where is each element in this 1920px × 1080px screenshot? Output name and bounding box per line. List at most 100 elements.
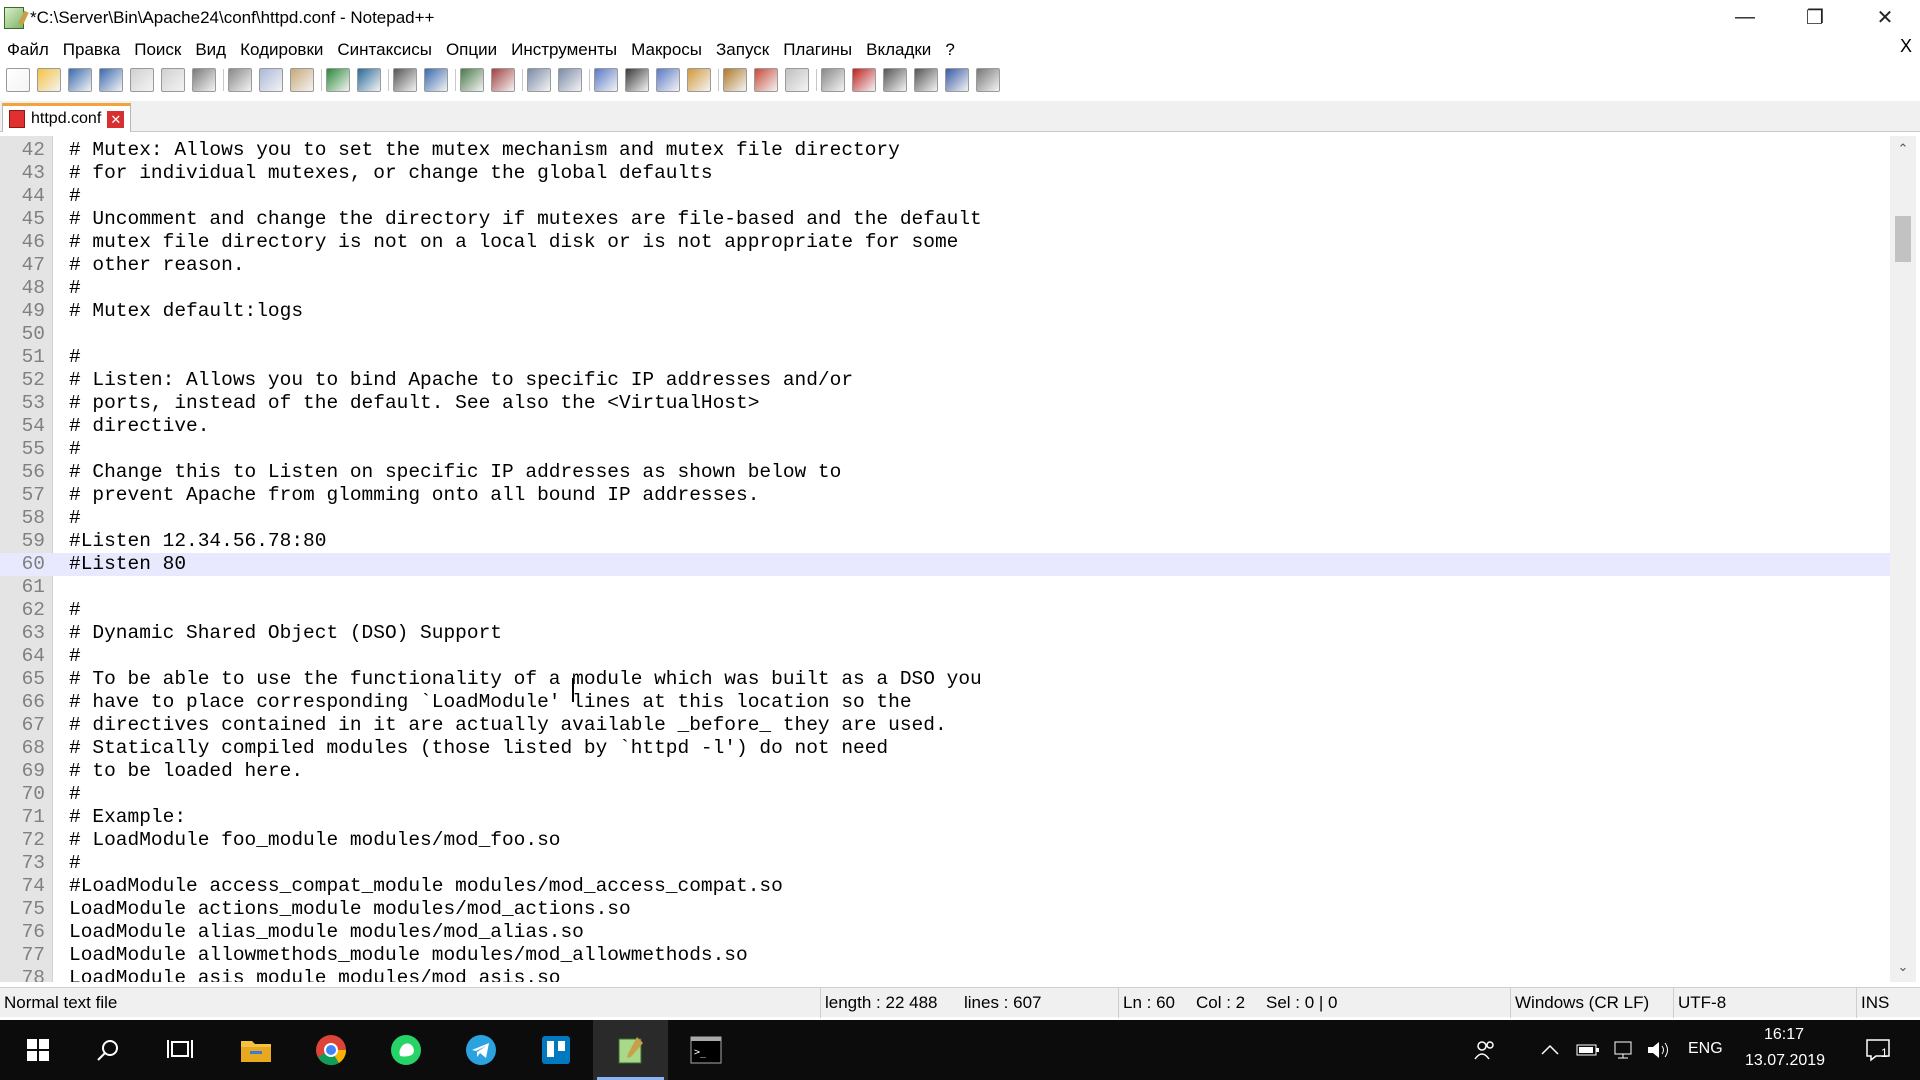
sync-vertical-icon[interactable] xyxy=(527,68,551,92)
close-document-button[interactable]: X xyxy=(1900,36,1912,57)
sync-horizontal-icon[interactable] xyxy=(558,68,582,92)
save-icon[interactable] xyxy=(68,68,92,92)
code-line[interactable]: 45 # Uncomment and change the directory i… xyxy=(0,208,1890,231)
file-explorer-icon[interactable] xyxy=(218,1020,293,1080)
stop-macro-icon[interactable] xyxy=(883,68,907,92)
line-text[interactable]: LoadModule alias_module modules/mod_alia… xyxy=(69,921,584,944)
open-file-icon[interactable] xyxy=(37,68,61,92)
notification-center-icon[interactable]: 1 xyxy=(1848,1020,1908,1080)
line-text[interactable]: # mutex file directory is not on a local… xyxy=(69,231,958,254)
clock-time[interactable]: 16:17 xyxy=(1764,1026,1804,1044)
code-line[interactable]: 49 # Mutex default:logs xyxy=(0,300,1890,323)
line-text[interactable]: #Listen 12.34.56.78:80 xyxy=(69,530,326,553)
status-insert-mode[interactable]: INS xyxy=(1856,988,1889,1018)
monitoring-icon[interactable] xyxy=(785,68,809,92)
indent-guide-icon[interactable] xyxy=(656,68,680,92)
line-text[interactable]: # directives contained in it are actuall… xyxy=(69,714,947,737)
line-text[interactable]: #Listen 80 xyxy=(69,553,186,576)
line-text[interactable]: # for individual mutexes, or change the … xyxy=(69,162,713,185)
code-line[interactable]: 78 LoadModule asis_module modules/mod_asi… xyxy=(0,967,1890,982)
close-all-icon[interactable] xyxy=(161,68,185,92)
preview-icon[interactable] xyxy=(821,68,845,92)
line-text[interactable]: # xyxy=(69,346,81,369)
copy-icon[interactable] xyxy=(259,68,283,92)
menu-item-4[interactable]: Кодировки xyxy=(233,40,330,60)
folder-workspace-icon[interactable] xyxy=(754,68,778,92)
code-line[interactable]: 76 LoadModule alias_module modules/mod_al… xyxy=(0,921,1890,944)
scrollbar-thumb[interactable] xyxy=(1895,216,1911,262)
menu-item-2[interactable]: Поиск xyxy=(127,40,188,60)
code-line[interactable]: 48 # xyxy=(0,277,1890,300)
line-text[interactable]: # Listen: Allows you to bind Apache to s… xyxy=(69,369,853,392)
find-icon[interactable] xyxy=(393,68,417,92)
close-icon[interactable] xyxy=(130,68,154,92)
volume-icon[interactable] xyxy=(1635,1020,1680,1080)
restore-button[interactable]: ❐ xyxy=(1780,0,1850,35)
paste-icon[interactable] xyxy=(290,68,314,92)
code-line[interactable]: 55 # xyxy=(0,438,1890,461)
code-line[interactable]: 62 # xyxy=(0,599,1890,622)
line-text[interactable]: # xyxy=(69,599,81,622)
code-line[interactable]: 53 # ports, instead of the default. See a… xyxy=(0,392,1890,415)
code-line[interactable]: 69 # to be loaded here. xyxy=(0,760,1890,783)
new-file-icon[interactable] xyxy=(6,68,30,92)
clock-date[interactable]: 13.07.2019 xyxy=(1745,1052,1825,1070)
code-line[interactable]: 75 LoadModule actions_module modules/mod_… xyxy=(0,898,1890,921)
code-line[interactable]: 51 # xyxy=(0,346,1890,369)
vertical-scrollbar[interactable]: ⌃ ⌄ xyxy=(1890,136,1916,982)
telegram-icon[interactable] xyxy=(443,1020,518,1080)
line-text[interactable]: # ports, instead of the default. See als… xyxy=(69,392,759,415)
code-line[interactable]: 64 # xyxy=(0,645,1890,668)
chrome-icon[interactable] xyxy=(293,1020,368,1080)
line-text[interactable]: LoadModule allowmethods_module modules/m… xyxy=(69,944,748,967)
task-view-icon[interactable] xyxy=(142,1020,217,1080)
save-macro-icon[interactable] xyxy=(976,68,1000,92)
code-line[interactable]: 71 # Example: xyxy=(0,806,1890,829)
minimize-button[interactable]: — xyxy=(1710,0,1780,35)
editor-area[interactable]: 42 # Mutex: Allows you to set the mutex m… xyxy=(0,136,1890,982)
line-text[interactable]: # Dynamic Shared Object (DSO) Support xyxy=(69,622,502,645)
code-line[interactable]: 70 # xyxy=(0,783,1890,806)
language-indicator[interactable]: ENG xyxy=(1688,1040,1723,1058)
code-line[interactable]: 52 # Listen: Allows you to bind Apache to… xyxy=(0,369,1890,392)
menu-item-1[interactable]: Правка xyxy=(56,40,127,60)
line-text[interactable]: # directive. xyxy=(69,415,209,438)
code-line[interactable]: 47 # other reason. xyxy=(0,254,1890,277)
whatsapp-icon[interactable] xyxy=(368,1020,443,1080)
menu-item-11[interactable]: Вкладки xyxy=(859,40,938,60)
replace-icon[interactable] xyxy=(424,68,448,92)
code-line[interactable]: 65 # To be able to use the functionality … xyxy=(0,668,1890,691)
people-icon[interactable] xyxy=(1460,1020,1510,1080)
print-icon[interactable] xyxy=(192,68,216,92)
code-line[interactable]: 63 # Dynamic Shared Object (DSO) Support xyxy=(0,622,1890,645)
code-line[interactable]: 73 # xyxy=(0,852,1890,875)
redo-icon[interactable] xyxy=(357,68,381,92)
line-text[interactable]: # Change this to Listen on specific IP a… xyxy=(69,461,841,484)
code-line[interactable]: 72 # LoadModule foo_module modules/mod_fo… xyxy=(0,829,1890,852)
search-icon[interactable] xyxy=(70,1020,145,1080)
record-macro-icon[interactable] xyxy=(852,68,876,92)
code-line[interactable]: 61 xyxy=(0,576,1890,599)
scroll-down-icon[interactable]: ⌄ xyxy=(1890,956,1916,978)
code-line[interactable]: 59 #Listen 12.34.56.78:80 xyxy=(0,530,1890,553)
line-text[interactable]: # prevent Apache from glomming onto all … xyxy=(69,484,759,507)
doc-map-icon[interactable] xyxy=(687,68,711,92)
cut-icon[interactable] xyxy=(228,68,252,92)
line-text[interactable]: #LoadModule access_compat_module modules… xyxy=(69,875,783,898)
line-text[interactable]: # To be able to use the functionality of… xyxy=(69,668,982,691)
code-line[interactable]: 43 # for individual mutexes, or change th… xyxy=(0,162,1890,185)
windows-start-icon[interactable] xyxy=(0,1020,75,1080)
menu-item-3[interactable]: Вид xyxy=(188,40,233,60)
line-text[interactable]: # LoadModule foo_module modules/mod_foo.… xyxy=(69,829,560,852)
notepadpp-app-icon[interactable] xyxy=(4,6,24,29)
line-text[interactable]: # xyxy=(69,852,81,875)
line-text[interactable]: LoadModule actions_module modules/mod_ac… xyxy=(69,898,631,921)
zoom-out-icon[interactable] xyxy=(491,68,515,92)
code-line[interactable]: 67 # directives contained in it are actua… xyxy=(0,714,1890,737)
code-line[interactable]: 56 # Change this to Listen on specific IP… xyxy=(0,461,1890,484)
line-text[interactable]: # xyxy=(69,507,81,530)
menu-item-5[interactable]: Синтаксисы xyxy=(330,40,439,60)
line-text[interactable]: # xyxy=(69,645,81,668)
line-text[interactable]: # xyxy=(69,277,81,300)
line-text[interactable]: # Statically compiled modules (those lis… xyxy=(69,737,888,760)
